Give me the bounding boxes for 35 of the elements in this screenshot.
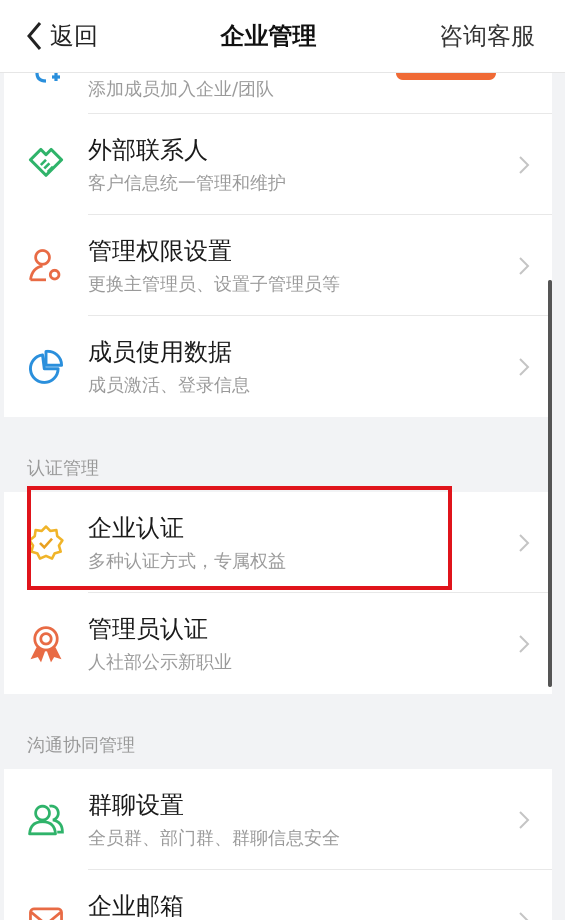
item-title: 企业认证 bbox=[88, 513, 184, 544]
settings-item[interactable]: 管理员认证 人社部公示新职业 bbox=[4, 593, 552, 694]
settings-item[interactable]: 群聊设置 全员群、部门群、群聊信息安全 bbox=[4, 769, 552, 870]
scrollbar[interactable] bbox=[548, 280, 552, 687]
item-title: 管理权限设置 bbox=[88, 236, 232, 267]
pie-chart-icon bbox=[27, 348, 65, 386]
item-subtitle: 多种认证方式，专属权益 bbox=[88, 550, 286, 573]
item-subtitle: 人社部公示新职业 bbox=[88, 651, 232, 674]
settings-item[interactable]: 企业认证 多种认证方式，专属权益 bbox=[4, 492, 552, 593]
action-button[interactable] bbox=[396, 73, 496, 80]
item-subtitle: 添加成员加入企业/团队 bbox=[88, 78, 274, 101]
page-title: 企业管理 bbox=[219, 21, 318, 52]
chevron-icon bbox=[518, 154, 530, 174]
chevron-icon bbox=[518, 810, 530, 830]
settings-item[interactable]: 外部联系人 客户信息统一管理和维护 bbox=[4, 114, 552, 215]
item-subtitle: 更换主管理员、设置子管理员等 bbox=[88, 273, 340, 296]
settings-item[interactable]: 企业邮箱 bbox=[4, 870, 552, 920]
item-subtitle: 客户信息统一管理和维护 bbox=[88, 172, 286, 195]
item-title: 成员使用数据 bbox=[88, 337, 232, 368]
item-title: 群聊设置 bbox=[88, 790, 184, 821]
chevron-icon bbox=[518, 634, 530, 654]
chevron-icon bbox=[518, 256, 530, 276]
item-title: 管理员认证 bbox=[88, 614, 208, 645]
chevron-icon bbox=[518, 532, 530, 552]
customer-service-link[interactable]: 咨询客服 bbox=[439, 20, 535, 52]
settings-item[interactable]: 成员使用数据 成员激活、登录信息 bbox=[4, 316, 552, 417]
chevron-icon bbox=[518, 356, 530, 376]
item-subtitle: 成员激活、登录信息 bbox=[88, 374, 250, 397]
item-subtitle: 全员群、部门群、群聊信息安全 bbox=[88, 827, 340, 850]
item-title: 外部联系人 bbox=[88, 135, 208, 166]
item-title: 企业邮箱 bbox=[88, 891, 184, 920]
back-icon bbox=[26, 21, 42, 51]
section-header: 认证管理 bbox=[27, 457, 99, 480]
back-button[interactable]: 返回 bbox=[26, 20, 98, 52]
section-header: 沟通协同管理 bbox=[27, 734, 135, 757]
